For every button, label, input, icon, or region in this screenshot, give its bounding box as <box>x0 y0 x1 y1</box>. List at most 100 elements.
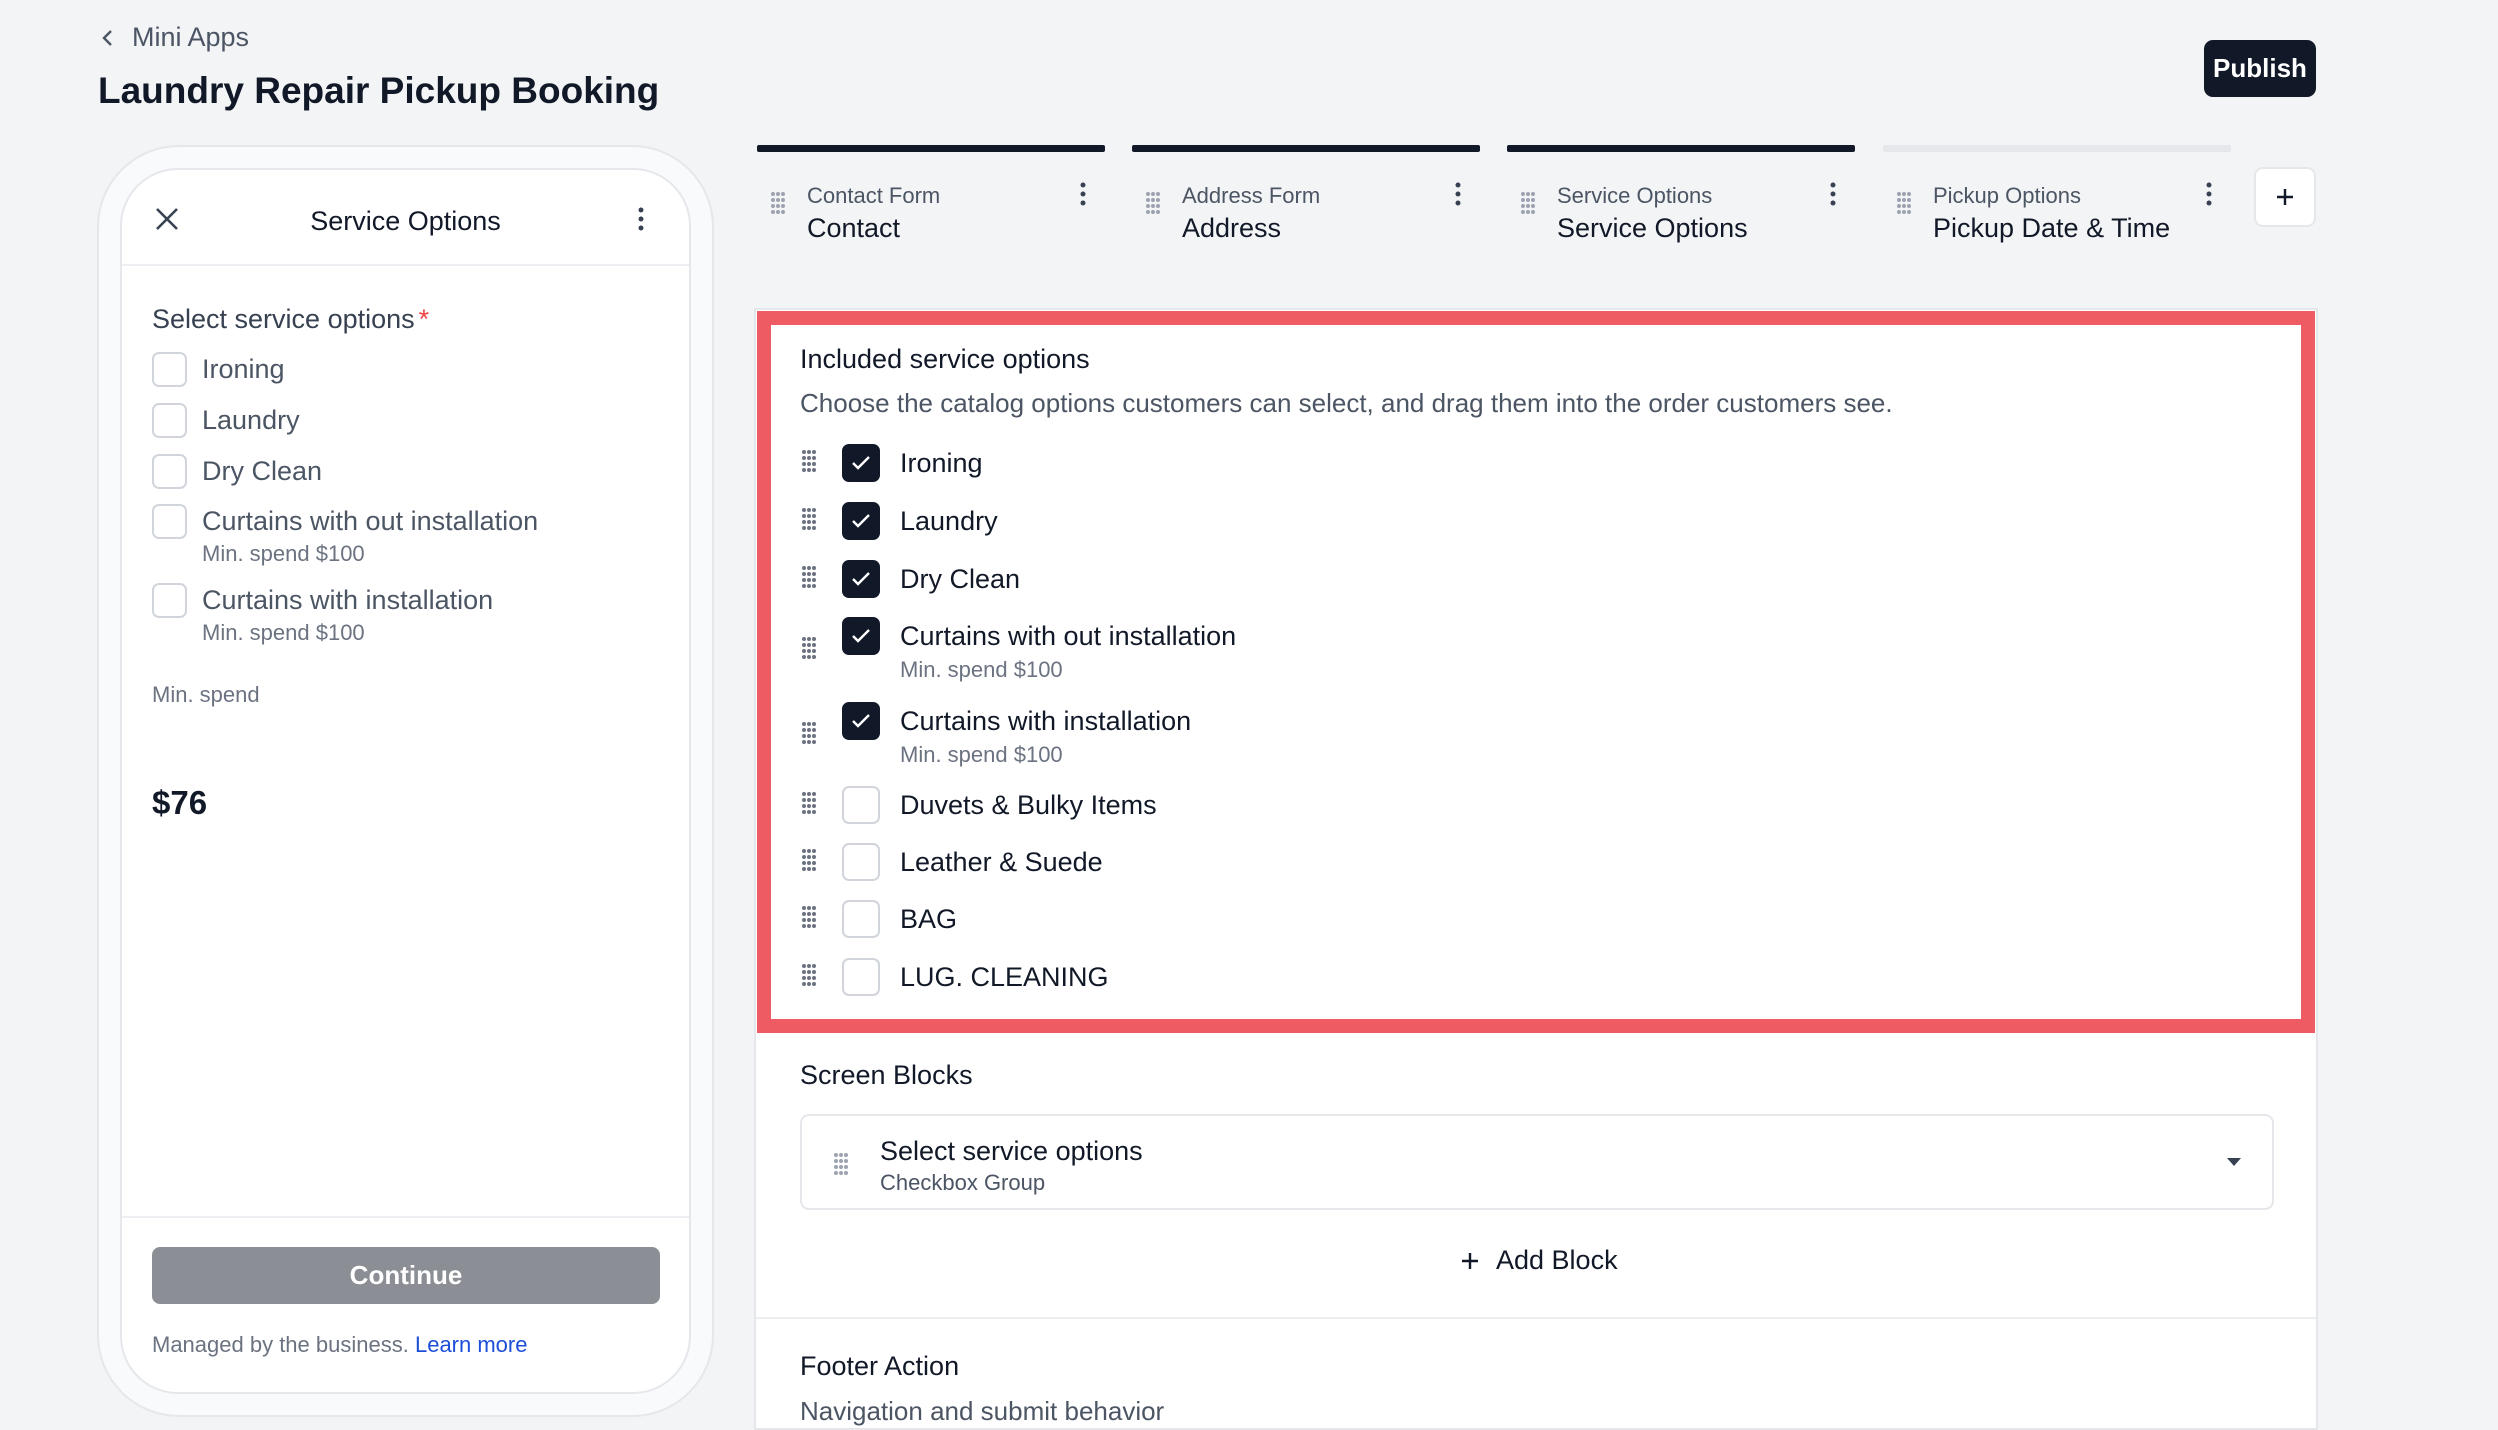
option-row[interactable]: LUG. CLEANING <box>800 958 1109 996</box>
drag-handle-icon[interactable] <box>769 190 787 218</box>
tab-service-options[interactable]: Service Options Service Options <box>1507 145 1855 255</box>
preview-option-label: Laundry <box>202 405 300 435</box>
check-icon <box>852 456 870 470</box>
tab-indicator <box>757 145 1105 152</box>
check-icon <box>852 572 870 586</box>
page-title: Laundry Repair Pickup Booking <box>98 70 660 111</box>
preview-title: Service Options <box>310 206 501 236</box>
drag-handle-icon[interactable] <box>800 790 818 818</box>
drag-handle-icon[interactable] <box>1519 190 1537 218</box>
option-row[interactable]: Leather & Suede <box>800 843 1103 881</box>
preview-option[interactable]: Curtains with out installation Min. spen… <box>152 504 538 567</box>
footer-action-title: Footer Action <box>800 1351 960 1381</box>
option-label: Duvets & Bulky Items <box>900 790 1157 820</box>
checkbox-checked[interactable] <box>842 560 880 598</box>
checkbox[interactable] <box>152 403 187 438</box>
phone-preview: Service Options Select service options * … <box>120 168 691 1394</box>
checkbox[interactable] <box>152 454 187 489</box>
more-vertical-icon[interactable] <box>1829 181 1837 207</box>
checkbox-checked[interactable] <box>842 617 880 655</box>
checkbox[interactable] <box>842 843 880 881</box>
divider <box>122 1216 689 1218</box>
tab-indicator <box>1132 145 1480 152</box>
drag-handle-icon[interactable] <box>1144 190 1162 218</box>
drag-handle-icon[interactable] <box>832 1151 850 1179</box>
check-icon <box>852 514 870 528</box>
option-label: BAG <box>900 904 958 934</box>
add-block-button[interactable]: Add Block <box>1460 1245 1618 1276</box>
checkbox[interactable] <box>152 504 187 539</box>
option-label: Curtains with installation <box>900 706 1192 736</box>
add-screen-button[interactable] <box>2254 167 2316 227</box>
preview-option-label: Curtains with installation <box>202 585 494 615</box>
preview-option[interactable]: Curtains with installation Min. spend $1… <box>152 583 493 646</box>
tab-indicator <box>1883 145 2231 152</box>
drag-handle-icon[interactable] <box>800 962 818 990</box>
tab-name: Address <box>1182 213 1282 243</box>
drag-handle-icon[interactable] <box>800 564 818 592</box>
screen-blocks-title: Screen Blocks <box>800 1060 973 1090</box>
checkbox[interactable] <box>152 352 187 387</box>
checkbox[interactable] <box>152 583 187 618</box>
option-sub: Min. spend $100 <box>900 657 1063 682</box>
tab-pickup-options[interactable]: Pickup Options Pickup Date & Time <box>1883 145 2231 255</box>
min-spend-label: Min. spend <box>152 682 260 707</box>
price-value: $76 <box>152 784 208 821</box>
check-icon <box>852 714 870 728</box>
preview-header: Service Options <box>122 170 689 266</box>
tab-name: Service Options <box>1557 213 1748 243</box>
option-label: Laundry <box>900 506 998 536</box>
more-vertical-icon[interactable] <box>637 206 645 232</box>
more-vertical-icon[interactable] <box>1079 181 1087 207</box>
screen-block-item[interactable]: Select service options Checkbox Group <box>800 1114 2274 1210</box>
tab-caption: Contact Form <box>807 183 941 208</box>
option-label: Curtains with out installation <box>900 621 1237 651</box>
checkbox-checked[interactable] <box>842 702 880 740</box>
checkbox-checked[interactable] <box>842 502 880 540</box>
managed-note: Managed by the business. Learn more <box>152 1332 528 1357</box>
tab-address[interactable]: Address Form Address <box>1132 145 1480 255</box>
checkbox[interactable] <box>842 900 880 938</box>
block-type: Checkbox Group <box>880 1170 1046 1195</box>
plus-icon <box>1462 1252 1478 1269</box>
option-label: Dry Clean <box>900 564 1021 594</box>
preview-option[interactable]: Laundry <box>152 403 300 438</box>
tab-caption: Address Form <box>1182 183 1321 208</box>
plus-icon <box>2277 189 2293 205</box>
learn-more-link[interactable]: Learn more <box>415 1332 528 1357</box>
more-vertical-icon[interactable] <box>1454 181 1462 207</box>
drag-handle-icon[interactable] <box>800 635 818 663</box>
drag-handle-icon[interactable] <box>1895 190 1913 218</box>
preview-field-label: Select service options * <box>152 304 430 334</box>
preview-option-label: Curtains with out installation <box>202 506 539 536</box>
tab-contact[interactable]: Contact Form Contact <box>757 145 1105 255</box>
option-row[interactable]: Curtains with out installation Min. spen… <box>800 617 1236 683</box>
checkbox-checked[interactable] <box>842 444 880 482</box>
add-block-label: Add Block <box>1496 1245 1618 1275</box>
publish-button[interactable]: Publish <box>2204 40 2316 97</box>
option-row[interactable]: Laundry <box>800 502 998 540</box>
caret-down-icon[interactable] <box>2226 1156 2242 1168</box>
drag-handle-icon[interactable] <box>800 847 818 875</box>
back-link[interactable]: Mini Apps <box>98 22 249 53</box>
block-title: Select service options <box>880 1136 1143 1166</box>
option-row[interactable]: Curtains with installation Min. spend $1… <box>800 702 1191 768</box>
tab-name: Pickup Date & Time <box>1933 213 2171 243</box>
continue-button[interactable]: Continue <box>152 1247 660 1304</box>
option-label: Leather & Suede <box>900 847 1103 877</box>
drag-handle-icon[interactable] <box>800 506 818 534</box>
drag-handle-icon[interactable] <box>800 448 818 476</box>
option-row[interactable]: Duvets & Bulky Items <box>800 786 1157 824</box>
preview-option-label: Ironing <box>202 354 285 384</box>
option-row[interactable]: Dry Clean <box>800 560 1020 598</box>
tab-caption: Pickup Options <box>1933 183 2081 208</box>
drag-handle-icon[interactable] <box>800 720 818 748</box>
drag-handle-icon[interactable] <box>800 904 818 932</box>
more-vertical-icon[interactable] <box>2205 181 2213 207</box>
option-row[interactable]: Ironing <box>800 444 983 482</box>
preview-option[interactable]: Dry Clean <box>152 454 322 489</box>
checkbox[interactable] <box>842 786 880 824</box>
preview-option[interactable]: Ironing <box>152 352 285 387</box>
checkbox[interactable] <box>842 958 880 996</box>
option-row[interactable]: BAG <box>800 900 957 938</box>
